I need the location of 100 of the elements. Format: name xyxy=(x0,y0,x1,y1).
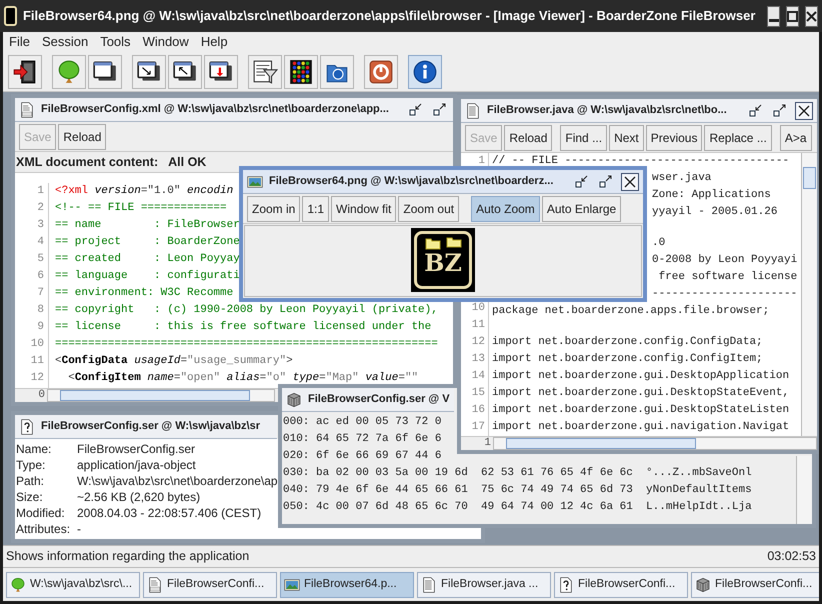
menu-item[interactable]: Help xyxy=(196,32,232,52)
menu-item[interactable]: File xyxy=(5,32,34,52)
hex-row-text: 000: ac ed 00 05 73 72 0 xyxy=(283,415,442,430)
line-number: 1 xyxy=(483,436,492,450)
toolbar-button[interactable]: Window fit xyxy=(331,196,396,222)
line-number: 5 xyxy=(36,252,45,267)
power-icon xyxy=(368,58,394,84)
image-icon xyxy=(247,174,263,190)
line-number: 17 xyxy=(470,420,486,435)
toolbar-button[interactable]: Previous xyxy=(646,124,702,150)
taskbar-button[interactable]: FileBrowserConfi... xyxy=(554,572,688,598)
vertical-scrollbar[interactable] xyxy=(796,456,812,524)
code-line: import net.boarderzone.config.ConfigData; xyxy=(492,335,763,350)
color-grid-icon xyxy=(288,58,314,84)
toolbar-button[interactable]: Find ... xyxy=(560,124,608,150)
toolbar-icon-button[interactable] xyxy=(168,54,202,88)
toolbar-icon-button[interactable] xyxy=(248,54,282,88)
toolbar-button[interactable]: Zoom out xyxy=(398,196,460,222)
line-number: 10 xyxy=(30,337,45,352)
line-number: 1 xyxy=(477,154,486,169)
hex-row-text: 010: 64 65 72 7a 6f 6e 6 xyxy=(283,432,442,447)
status-message: Shows information regarding the application xyxy=(6,548,250,566)
toolbar-icon-button[interactable] xyxy=(8,54,42,88)
maximize-icon xyxy=(787,10,798,22)
toolbar-icon-button[interactable] xyxy=(364,54,398,88)
toolbar-button[interactable]: Zoom in xyxy=(247,196,300,222)
toolbar-button[interactable]: Auto Enlarge xyxy=(542,196,622,222)
code-line: wser.java xyxy=(652,171,712,186)
maximize-button[interactable] xyxy=(786,6,799,26)
toolbar-button[interactable]: Replace ... xyxy=(704,124,772,150)
vertical-scrollbar[interactable] xyxy=(801,153,817,436)
taskbar-button[interactable]: FileBrowser64.p... xyxy=(280,572,414,598)
code-line: import net.boarderzone.gui.DesktopStateListen xyxy=(492,403,790,418)
menu-item[interactable]: Window xyxy=(138,32,193,52)
menu-item[interactable]: Session xyxy=(38,32,92,52)
minimize-button[interactable] xyxy=(767,6,780,26)
toolbar-button[interactable]: Reload xyxy=(504,124,552,150)
status-label: XML document content: xyxy=(16,154,158,171)
tree-icon xyxy=(56,58,82,84)
filter-icon xyxy=(252,58,278,84)
code-line: <ConfigData usageId="usage_summary"> xyxy=(55,354,293,369)
toolbar-icon-button[interactable] xyxy=(88,54,122,88)
line-number: 11 xyxy=(30,354,45,369)
code-line: // -- FILE ---------------------------------- xyxy=(492,154,790,169)
minimize-icon xyxy=(768,18,779,22)
close-button[interactable] xyxy=(805,6,818,26)
code-line: free software license xyxy=(658,270,798,285)
taskbar-button[interactable]: FileBrowserConfi... xyxy=(143,572,277,598)
toolbar-button[interactable]: 1:1 xyxy=(302,196,330,222)
toolbar-button[interactable]: Next xyxy=(609,124,644,150)
code-line: == name : FileBrowser xyxy=(55,218,240,233)
code-line: == license : this is free software licensed under the xyxy=(55,320,432,335)
hex-row-text: 030: ba 02 00 03 5a 00 19 6d 62 53 61 76 65 4f 6e 6c °...Z..mbSaveOnl xyxy=(283,466,752,481)
field-value: FileBrowserConfig.ser xyxy=(77,441,196,458)
line-number: 10 xyxy=(470,301,486,316)
folder-icon xyxy=(446,236,462,248)
code-line: Zone: Applications xyxy=(652,188,771,203)
close-button[interactable] xyxy=(795,102,813,120)
toolbar-icon-button[interactable] xyxy=(408,54,442,88)
code-line: import net.boarderzone.config.ConfigItem; xyxy=(492,352,763,367)
window-title-bar[interactable]: FileBrowserConfig.xml @ W:\sw\java\bz\src\net\boarderzone\app... xyxy=(15,98,453,122)
window-title-bar[interactable]: FileBrowserConfig.ser @ V xyxy=(282,388,454,412)
code-line: import net.boarderzone.gui.navigation.Navigat xyxy=(492,420,790,435)
cube-icon xyxy=(695,576,711,592)
taskbar-button[interactable]: FileBrowserConfi... xyxy=(691,572,819,598)
code-line: <ConfigItem name="open" alias="o" type="Map" value="" xyxy=(67,370,418,386)
line-number: 11 xyxy=(470,318,486,333)
app-icon xyxy=(4,6,17,26)
window-title-bar[interactable]: FileBrowserConfig.ser @ W:\sw\java\bz\sr xyxy=(15,415,277,439)
toolbar-icon-button[interactable] xyxy=(284,54,318,88)
toolbar-button[interactable]: A>a xyxy=(780,124,812,150)
info-icon xyxy=(412,58,438,84)
line-number: 3 xyxy=(36,218,45,233)
code-line: <!-- == FILE ============= xyxy=(55,201,227,216)
window-title-bar[interactable]: FileBrowser.java @ W:\sw\java\bz\src\net\bo... xyxy=(461,99,817,123)
toolbar-icon-button[interactable] xyxy=(320,54,354,88)
line-number: 6 xyxy=(36,269,45,284)
tree-icon xyxy=(10,576,26,592)
code-line: == copyright : (c) 1990-2008 by Leon Poyyayil (private), xyxy=(55,303,438,318)
close-button[interactable] xyxy=(621,172,639,190)
taskbar-button[interactable]: FileBrowser.java ... xyxy=(417,572,551,598)
window-title-bar[interactable]: FileBrowser64.png @ W:\sw\java\bz\src\net\boarderz... xyxy=(243,170,643,194)
toolbar-button[interactable]: Auto Zoom xyxy=(471,196,540,222)
horizontal-scrollbar[interactable] xyxy=(493,437,817,450)
toolbar-icon-button[interactable] xyxy=(132,54,166,88)
app-title-bar[interactable]: FileBrowser64.png @ W:\sw\java\bz\src\net\boarderzone\apps\file\browser - [Image Viewer] - BoarderZone FileBrowser xyxy=(0,0,822,32)
logo-text: BZ xyxy=(424,250,462,276)
toolbar-icon-button[interactable] xyxy=(204,54,238,88)
code-line: == environment: W3C Recomme xyxy=(55,286,234,301)
field-value: application/java-object xyxy=(77,457,196,474)
horizontal-scrollbar[interactable] xyxy=(47,389,275,402)
window-title: FileBrowserConfig.ser @ W:\sw\java\bz\sr xyxy=(41,419,260,434)
exit-door-icon xyxy=(12,58,38,84)
toolbar-button[interactable]: Reload xyxy=(58,124,106,150)
menu-item[interactable]: Tools xyxy=(96,32,135,52)
line-number: 14 xyxy=(470,369,486,384)
help-file-icon xyxy=(19,418,35,434)
xml-file-icon xyxy=(147,576,163,592)
line-number: 0 xyxy=(37,388,46,402)
taskbar-button[interactable]: W:\sw\java\bz\src\... xyxy=(6,572,140,598)
